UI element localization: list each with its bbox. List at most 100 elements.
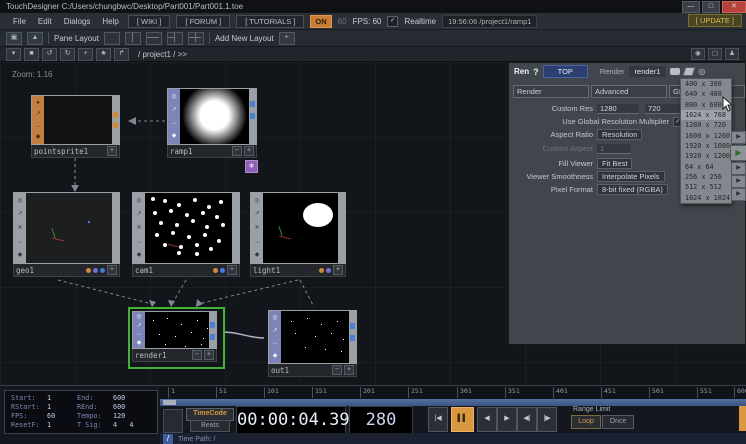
node-flag-column[interactable]: ◎ ↗ → ◆ <box>168 89 180 144</box>
menu-item[interactable]: 512 x 512 <box>681 182 731 192</box>
pick-flag-icon[interactable]: ◆ <box>255 252 260 258</box>
display-flag-icon[interactable]: → <box>171 120 177 126</box>
comment-icon[interactable] <box>670 68 680 75</box>
node-viewer[interactable] <box>281 311 349 363</box>
layout-preset-three[interactable] <box>167 32 183 45</box>
node-render1[interactable]: ◎ ↗ → ◆ render1 − + <box>132 311 217 362</box>
beats-button[interactable]: Beats <box>190 420 230 432</box>
node-light1[interactable]: ◎ ↗ ✕ → ◆ light1 + <box>250 192 346 277</box>
pane-option-person-icon[interactable]: ♟ <box>725 48 739 60</box>
operator-name[interactable]: Ren <box>514 67 529 76</box>
add-bookmark-icon[interactable]: + <box>78 48 93 61</box>
render-flag-icon[interactable]: → <box>254 239 260 245</box>
ramp-lock-badge[interactable]: ∗ <box>245 160 258 173</box>
pick-flag-icon[interactable]: ◆ <box>172 133 177 139</box>
layout-preset-single[interactable] <box>104 32 120 45</box>
node-viewer[interactable] <box>44 96 112 144</box>
param-expand-arrow[interactable]: ▶ <box>731 188 746 201</box>
collapse-button[interactable]: − <box>232 146 242 156</box>
play-reverse-button[interactable]: ◀ <box>477 407 497 432</box>
menu-dialogs[interactable]: Dialogs <box>61 17 94 26</box>
flag-dot-orange[interactable] <box>213 268 218 273</box>
realtime-checkbox[interactable]: ✓ <box>387 16 398 27</box>
expand-parameters-button[interactable]: + <box>244 146 254 156</box>
expand-parameters-button[interactable]: + <box>204 350 214 360</box>
pick-flag-icon[interactable]: ◆ <box>137 252 142 258</box>
node-viewer[interactable] <box>180 89 249 144</box>
node-viewer[interactable] <box>145 193 232 263</box>
paint-icon[interactable]: ▲ <box>27 32 43 45</box>
flag-dot-purple[interactable] <box>93 268 98 273</box>
pick-flag-icon[interactable]: ◆ <box>137 340 142 346</box>
display-flag-icon[interactable]: → <box>35 123 41 129</box>
menu-file[interactable]: File <box>10 17 29 26</box>
forum-button[interactable]: [ FORUM ] <box>176 15 230 28</box>
param-expand-arrow[interactable]: ▶ <box>731 131 746 144</box>
menu-item[interactable]: 1920 x 1080 <box>681 141 731 151</box>
collapse-button[interactable]: − <box>192 350 202 360</box>
node-viewer[interactable] <box>26 193 112 263</box>
clone-flag-icon[interactable]: ↗ <box>17 211 22 217</box>
node-flag-column[interactable]: ◎ ↗ ✕ → ◆ <box>14 193 26 263</box>
expand-parameters-button[interactable]: + <box>107 146 117 156</box>
window-placement-icon[interactable]: ▣ <box>6 32 22 45</box>
aspect-ratio-menu[interactable]: Resolution <box>597 129 642 140</box>
back-icon[interactable]: ↺ <box>42 48 57 61</box>
maximize-button[interactable]: □ <box>702 1 720 13</box>
output-connector[interactable] <box>113 122 118 128</box>
step-forward-button[interactable]: |▶ <box>537 407 557 432</box>
family-top-button[interactable]: TOP <box>543 65 588 78</box>
clone-flag-icon[interactable]: ↗ <box>272 328 277 334</box>
viewer-flag-icon[interactable]: ◎ <box>17 198 22 204</box>
collapse-button[interactable]: − <box>332 365 342 375</box>
add-layout-button[interactable]: + <box>279 32 295 45</box>
menu-item[interactable]: 1600 x 1200 <box>681 131 731 141</box>
clone-flag-icon[interactable]: ↗ <box>136 323 141 329</box>
menu-help[interactable]: Help <box>99 17 121 26</box>
param-expand-arrow[interactable]: ▶ <box>731 162 746 175</box>
bypass-flag-icon[interactable]: ✕ <box>136 225 141 231</box>
expand-parameters-button[interactable]: + <box>344 365 354 375</box>
node-out1[interactable]: ◎ ↗ → ◆ out1 − + <box>268 310 357 377</box>
menu-item[interactable]: 1024 x 1024 <box>681 193 731 203</box>
pane-type-dropdown-icon[interactable]: ▾ <box>6 48 21 61</box>
tab-advanced[interactable]: Advanced <box>591 85 667 98</box>
timeline-mode-button[interactable] <box>163 409 183 433</box>
clone-flag-icon[interactable]: ↗ <box>254 211 259 217</box>
power-toggle[interactable]: ON <box>310 15 331 28</box>
layout-preset-split-h[interactable] <box>146 32 162 45</box>
layout-preset-quad[interactable] <box>188 32 204 45</box>
viewer-flag-icon[interactable]: ◎ <box>171 94 176 100</box>
node-viewer[interactable] <box>145 312 209 348</box>
output-connector[interactable] <box>250 113 255 119</box>
stop-icon[interactable]: ■ <box>24 48 39 61</box>
viewer-flag-icon[interactable]: ◎ <box>272 315 277 321</box>
output-connector[interactable] <box>210 322 215 328</box>
menu-edit[interactable]: Edit <box>35 17 55 26</box>
bookmark-star-icon[interactable]: ★ <box>96 48 111 61</box>
node-ramp1[interactable]: ◎ ↗ → ◆ ramp1 − + <box>167 88 257 158</box>
tutorials-button[interactable]: [ TUTORIALS ] <box>236 15 304 28</box>
jump-to-start-button[interactable]: |◀ <box>428 407 448 432</box>
node-flag-column[interactable]: ◎ ↗ ✕ → ◆ <box>251 193 263 263</box>
pane-option-square-icon[interactable]: ▢ <box>708 48 722 60</box>
render-flag-icon[interactable]: → <box>17 239 23 245</box>
target-icon[interactable]: ◎ <box>698 67 705 76</box>
clone-flag-icon[interactable]: ↗ <box>35 111 40 117</box>
menu-item[interactable]: 64 x 64 <box>681 162 731 172</box>
node-flag-column[interactable]: ◎ ↗ → ◆ <box>269 311 281 363</box>
bypass-flag-icon[interactable]: ✕ <box>17 225 22 231</box>
expand-parameters-button[interactable]: + <box>107 265 117 275</box>
menu-item[interactable]: 1280 x 720 <box>681 120 731 130</box>
node-viewer[interactable] <box>263 193 338 263</box>
node-flag-column[interactable]: ◎ ↗ ✕ → ◆ <box>133 193 145 263</box>
pixel-format-menu[interactable]: 8-bit fixed (RGBA) <box>597 184 668 195</box>
timeline-ruler[interactable]: 1 51 101 151 201 251 301 351 401 451 501… <box>160 386 746 400</box>
play-forward-button[interactable]: ▶ <box>497 407 517 432</box>
loop-button[interactable]: Loop <box>571 415 601 429</box>
eraser-icon[interactable] <box>683 67 696 76</box>
output-connector[interactable] <box>350 323 355 329</box>
flag-dot-orange[interactable] <box>319 268 324 273</box>
node-cam1[interactable]: ◎ ↗ ✕ → ◆ cam1 + <box>132 192 240 277</box>
timeline-edge-button[interactable] <box>739 406 746 431</box>
